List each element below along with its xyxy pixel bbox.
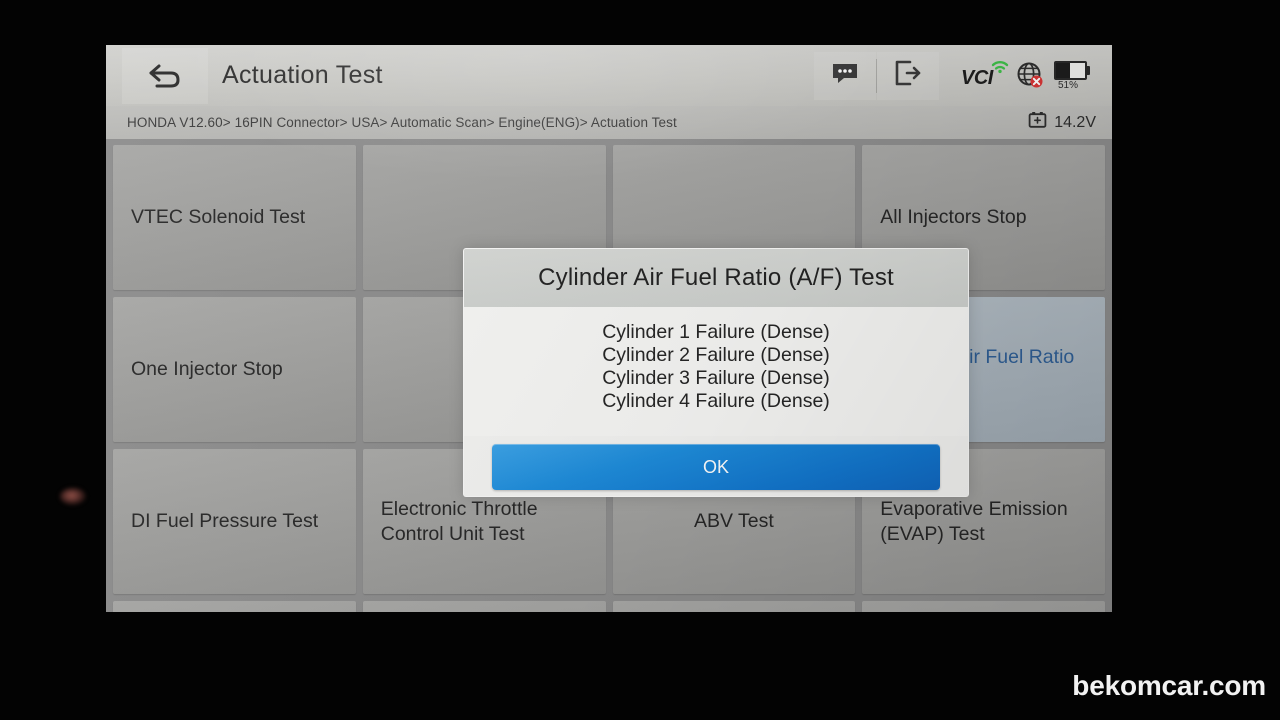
dialog-line: Cylinder 2 Failure (Dense)	[602, 344, 830, 366]
dialog-line: Cylinder 1 Failure (Dense)	[602, 321, 830, 343]
back-button[interactable]	[122, 47, 208, 104]
app-titlebar: Actuation Test VCI 51%	[106, 45, 1112, 106]
page-title: Actuation Test	[222, 61, 383, 89]
lens-flare-artifact	[60, 488, 86, 505]
tile-label: DI Fuel Pressure Test	[131, 510, 319, 533]
breadcrumb-bar: HONDA V12.60> 16PIN Connector> USA> Auto…	[106, 106, 1112, 139]
test-tile-test-of[interactable]: Test Of	[362, 601, 606, 612]
dialog-body: Cylinder 1 Failure (Dense) Cylinder 2 Fa…	[464, 307, 968, 436]
wifi-signal-icon	[991, 58, 1009, 79]
chat-button[interactable]	[814, 51, 876, 100]
tile-label: ABV Test	[693, 510, 774, 533]
ok-button[interactable]: OK	[492, 444, 940, 490]
vehicle-voltage-indicator: 14.2V	[1028, 111, 1096, 134]
back-arrow-icon	[147, 61, 183, 91]
tile-label: VTEC Solenoid Test	[131, 206, 306, 229]
tile-label: One Injector Stop	[131, 358, 283, 381]
vci-label: VCI	[961, 66, 993, 89]
status-indicator-group: VCI 51%	[961, 59, 1094, 93]
test-tile-vtec-solenoid[interactable]: VTEC Solenoid Test	[113, 145, 356, 290]
test-tile-cylinder-cranking[interactable]: Cylinder Cranking	[612, 601, 856, 612]
tile-label: Electronic Throttle Control Unit Test	[380, 497, 538, 545]
vci-status[interactable]: VCI	[961, 58, 1009, 91]
titlebar-icon-group: VCI 51%	[814, 48, 1112, 104]
battery-status[interactable]: 51%	[1054, 59, 1094, 93]
exit-icon	[894, 60, 922, 91]
battery-percent-label: 51%	[1058, 79, 1079, 91]
network-status[interactable]	[1016, 61, 1045, 91]
dialog-footer: OK	[464, 436, 968, 496]
breadcrumb[interactable]: HONDA V12.60> 16PIN Connector> USA> Auto…	[127, 115, 677, 130]
chat-bubble-icon	[831, 62, 859, 90]
globe-offline-icon	[1016, 62, 1045, 94]
dialog-line: Cylinder 3 Failure (Dense)	[602, 367, 830, 389]
exit-button[interactable]	[877, 51, 939, 100]
test-tile-one-injector-stop[interactable]: One Injector Stop	[113, 297, 356, 442]
watermark: bekomcar.com	[1072, 670, 1266, 701]
vehicle-battery-icon	[1028, 111, 1047, 134]
dialog-line: Cylinder 4 Failure (Dense)	[602, 390, 830, 412]
screenshot-root: Actuation Test VCI 51% HONDA V12.60> 16P…	[0, 0, 1280, 720]
diagnostic-tablet-screen: Actuation Test VCI 51% HONDA V12.60> 16P…	[106, 45, 1112, 612]
dialog-title: Cylinder Air Fuel Ratio (A/F) Test	[464, 249, 968, 307]
tile-label: All Injectors Stop	[880, 206, 1027, 229]
test-tile-13[interactable]	[113, 601, 356, 612]
voltage-value: 14.2V	[1054, 113, 1096, 131]
test-tile-di-fuel-pressure[interactable]: DI Fuel Pressure Test	[113, 449, 356, 594]
tile-label: Evaporative Emission (EVAP) Test	[880, 497, 1068, 545]
result-dialog: Cylinder Air Fuel Ratio (A/F) Test Cylin…	[463, 248, 969, 497]
test-tile-16[interactable]	[862, 601, 1105, 612]
